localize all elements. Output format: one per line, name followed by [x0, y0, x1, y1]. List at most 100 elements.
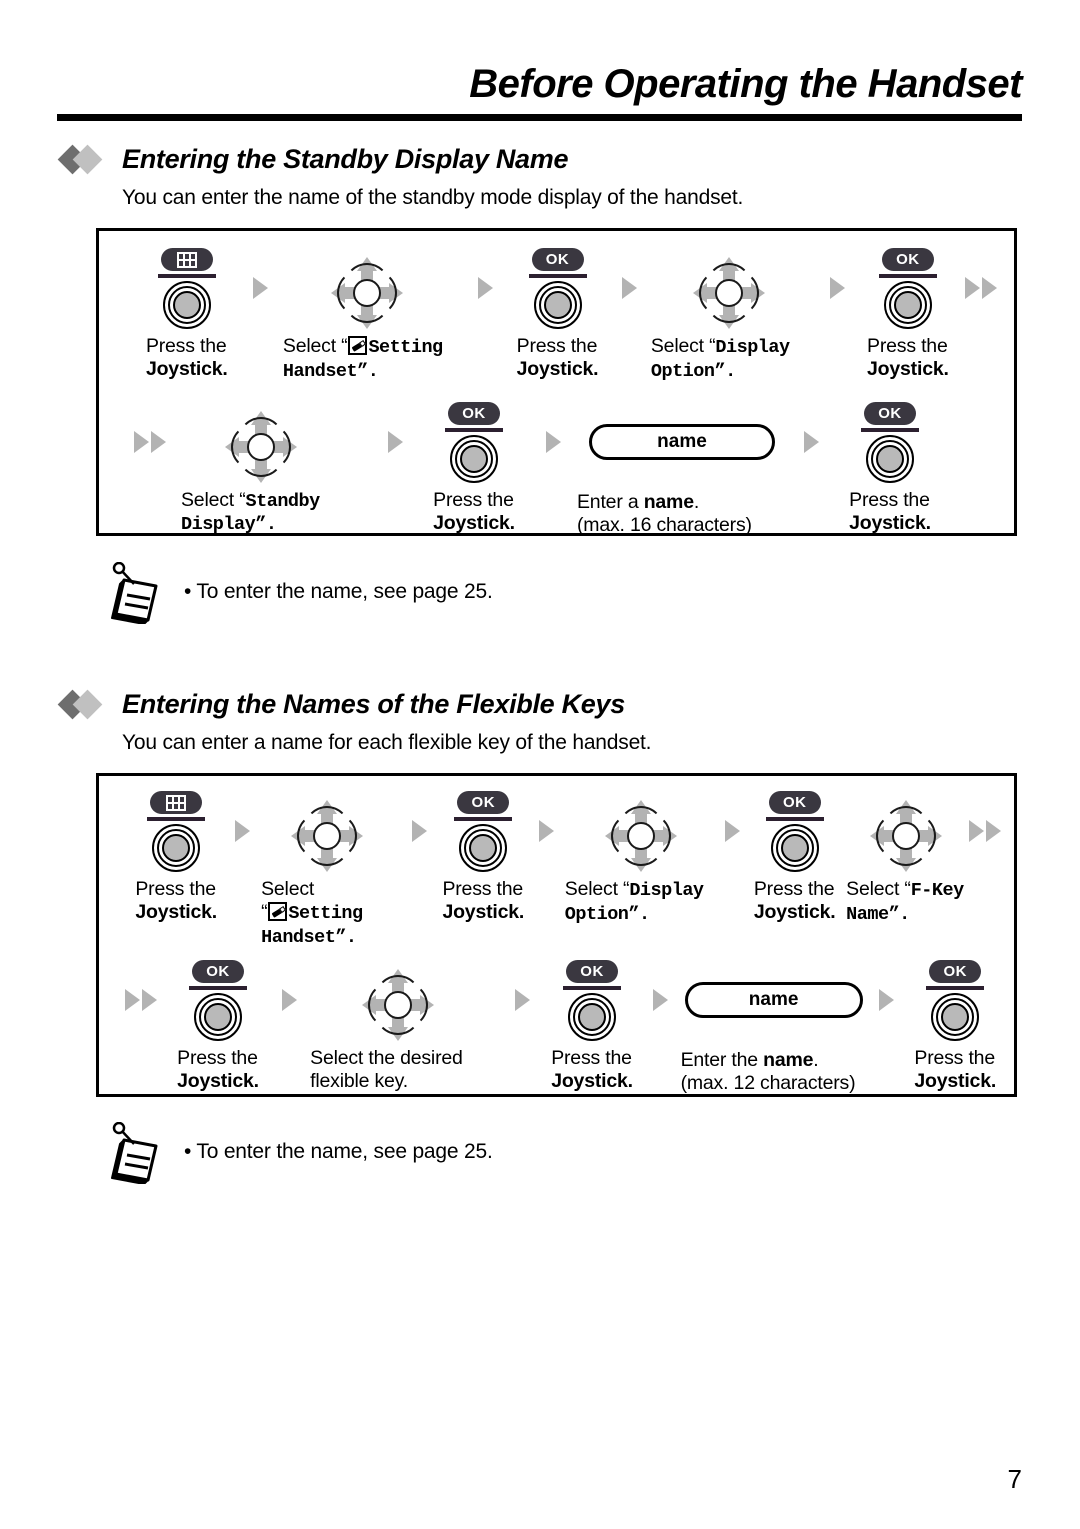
joystick-icon: [194, 992, 242, 1041]
section-intro: You can enter a name for each flexible k…: [122, 731, 652, 754]
joystick-direction-icon: [225, 410, 297, 483]
memo-pad-icon: [104, 1121, 164, 1185]
step-press-joystick[interactable]: OK Press the Joystick.: [750, 790, 839, 924]
joystick-icon: [770, 824, 819, 872]
section-flexible-key-names: Entering the Names of the Flexible Keys …: [57, 685, 1025, 755]
arrow-right-icon: [269, 959, 311, 1041]
joystick-icon: [533, 281, 582, 329]
joystick-icon: [152, 824, 201, 872]
joystick-direction-icon: [692, 257, 765, 329]
section-standby-display-name: Entering the Standby Display Name You ca…: [57, 140, 1025, 210]
ok-key-joystick-icon: OK: [762, 791, 828, 872]
step-caption: Select “Setting Handset”.: [282, 335, 443, 382]
arrow-right-icon: [529, 790, 565, 872]
step-caption: Press the Joystick.: [867, 335, 949, 380]
step-select-display-option[interactable]: Select “Display Option”.: [565, 790, 716, 926]
step-select-display-option[interactable]: Select “Display Option”.: [651, 247, 817, 383]
flowchart-standby-display-name: Press the Joystick. Select “ Setting Han…: [96, 228, 1017, 536]
ok-key-joystick-icon: OK: [525, 248, 591, 329]
section-title: Entering the Names of the Flexible Keys: [122, 688, 625, 719]
section-heading-row: Entering the Names of the Flexible Keys: [57, 685, 1025, 723]
section-intro: You can enter the name of the standby mo…: [122, 186, 744, 209]
joystick-icon: [931, 992, 980, 1041]
ok-key-icon: OK: [457, 791, 510, 814]
arrow-right-icon: [502, 959, 544, 1041]
arrow-right-icon: [608, 247, 651, 329]
step-press-joystick[interactable]: Press the Joystick.: [129, 790, 223, 924]
step-caption: Press the Joystick.: [177, 1046, 259, 1092]
ok-key-icon: OK: [929, 959, 982, 983]
step-press-joystick[interactable]: OK Press the Joystick.: [167, 959, 268, 1093]
note-block: • To enter the name, see page 25.: [104, 561, 493, 625]
joystick-icon: [883, 281, 932, 329]
step-press-joystick[interactable]: OK Press the Joystick.: [438, 790, 529, 924]
flowchart-flexible-key-names: Press the Joystick. Select “ Setting Han…: [96, 773, 1017, 1097]
step-select-flexible-key[interactable]: Select the desired flexible key.: [310, 959, 502, 1093]
diamond-bullet-icon: [57, 144, 112, 175]
step-press-joystick[interactable]: OK Press the Joystick.: [543, 959, 641, 1093]
name-input-field[interactable]: name: [589, 423, 775, 460]
step-press-joystick[interactable]: OK Press the Joystick.: [419, 401, 529, 535]
flow-row: OK Press the Joystick. Select the desire…: [115, 959, 1004, 1095]
step-caption: Select the desired flexible key.: [310, 1046, 463, 1092]
menu-key-joystick-icon: [143, 791, 209, 872]
arrow-right-icon: [529, 401, 577, 483]
joystick-direction-icon: [604, 800, 677, 872]
arrow-right-icon: [464, 247, 507, 329]
step-press-joystick[interactable]: Press the Joystick.: [135, 247, 239, 381]
step-caption: Press the Joystick.: [433, 488, 515, 534]
menu-key-icon: [160, 248, 213, 271]
diamond-bullet-icon: [57, 689, 112, 720]
arrow-right-icon: [223, 790, 261, 872]
menu-key-icon: [150, 791, 203, 814]
step-select-fkey-name[interactable]: Select “F-Key Name”.: [846, 790, 966, 926]
step-caption: Enter the name. (max. 12 characters): [680, 1048, 856, 1094]
ok-key-joystick-icon: OK: [441, 401, 507, 483]
setting-pen-icon: [268, 902, 288, 921]
step-caption: Press the Joystick.: [753, 878, 836, 923]
step-select-setting-handset[interactable]: Select “Setting Handset”.: [261, 790, 402, 949]
ok-key-icon: OK: [864, 401, 916, 425]
note-text: • To enter the name, see page 25.: [184, 1140, 493, 1163]
step-caption: Press the Joystick.: [551, 1046, 633, 1092]
step-caption: Press the Joystick.: [442, 878, 525, 923]
arrow-right-icon: [371, 401, 419, 483]
joystick-direction-icon: [291, 800, 364, 872]
title-divider: [57, 114, 1022, 121]
arrow-right-icon: [787, 401, 835, 483]
flow-row: Press the Joystick. Select “ Setting Han…: [129, 790, 1004, 949]
ok-key-icon: OK: [566, 959, 619, 983]
joystick-direction-icon: [870, 800, 943, 872]
section-heading-row: Entering the Standby Display Name: [57, 140, 1025, 178]
step-press-joystick[interactable]: OK Press the Joystick.: [858, 247, 958, 381]
arrow-right-icon: [641, 959, 681, 1041]
step-select-standby-display[interactable]: Select “Standby Display”.: [181, 401, 371, 537]
ok-key-joystick-icon: OK: [875, 248, 941, 329]
arrow-right-double-icon: [958, 247, 1004, 329]
flow-row: Select “Standby Display”. OK Press the J…: [119, 401, 1004, 537]
arrow-right-double-icon: [115, 959, 167, 1041]
arrow-right-icon: [817, 247, 858, 329]
ok-key-joystick-icon: OK: [185, 959, 251, 1041]
manual-page: Before Operating the Handset Entering th…: [0, 0, 1080, 1529]
step-select-setting-handset[interactable]: Select “Setting Handset”.: [283, 247, 464, 383]
arrow-right-icon: [402, 790, 438, 872]
ok-key-joystick-icon: OK: [450, 791, 516, 872]
step-press-joystick[interactable]: OK Press the Joystick.: [507, 247, 609, 381]
name-input-field[interactable]: name: [684, 981, 863, 1018]
step-press-joystick[interactable]: OK Press the Joystick.: [835, 401, 945, 535]
step-enter-name[interactable]: name Enter the name. (max. 12 characters…: [681, 959, 867, 1095]
step-caption: Press the Joystick.: [914, 1046, 997, 1092]
step-caption: Enter a name. (max. 16 characters): [577, 490, 752, 536]
arrow-right-icon: [716, 790, 750, 872]
joystick-icon: [568, 992, 617, 1041]
flow-row: Press the Joystick. Select “ Setting Han…: [135, 247, 1004, 383]
step-press-joystick[interactable]: OK Press the Joystick.: [906, 959, 1004, 1093]
ok-key-joystick-icon: OK: [559, 959, 625, 1041]
memo-pad-icon: [104, 561, 164, 625]
step-enter-name[interactable]: name Enter a name. (max. 16 characters): [577, 401, 787, 537]
ok-key-icon: OK: [881, 248, 934, 271]
joystick-direction-icon: [362, 968, 435, 1041]
ok-key-joystick-icon: OK: [922, 959, 988, 1041]
step-caption: Press the Joystick.: [516, 335, 599, 380]
